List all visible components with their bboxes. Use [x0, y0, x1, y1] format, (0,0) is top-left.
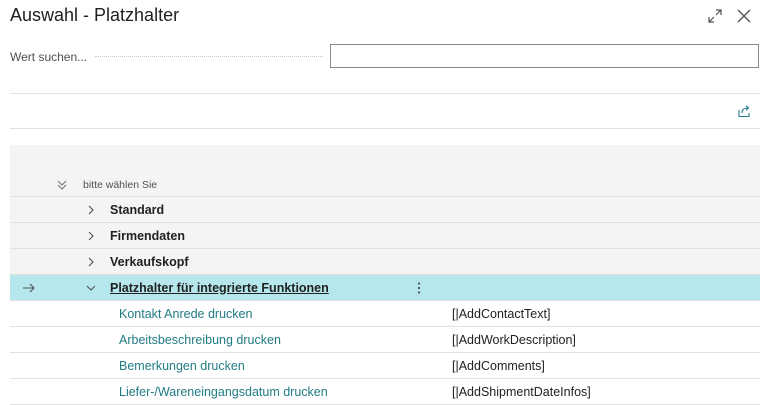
share-button[interactable]	[735, 102, 753, 120]
double-chevron-down-icon	[57, 180, 67, 190]
search-label: Wert suchen...	[10, 50, 88, 64]
more-vertical-icon	[417, 281, 421, 294]
item-code: [|AddContactText]	[452, 306, 551, 321]
group-row-integrierte-funktionen[interactable]: Platzhalter für integrierte Funktionen	[10, 275, 760, 301]
divider	[10, 128, 760, 129]
search-input[interactable]	[330, 44, 759, 68]
collapse-all-button[interactable]	[56, 173, 68, 196]
item-label-link[interactable]: Arbeitsbeschreibung drucken	[119, 327, 281, 352]
item-label-link[interactable]: Kontakt Anrede drucken	[119, 301, 252, 326]
group-label[interactable]: Platzhalter für integrierte Funktionen	[110, 275, 329, 300]
chevron-right-icon	[88, 205, 94, 214]
item-code: [|AddShipmentDateInfos]	[452, 384, 591, 399]
list-item[interactable]: Bemerkungen drucken [|AddComments]	[10, 353, 760, 379]
placeholder-list: bitte wählen Sie Standard Firmendaten Ve…	[10, 145, 760, 405]
close-icon	[737, 9, 751, 23]
divider	[10, 93, 760, 94]
share-icon	[738, 105, 750, 118]
item-code: [|AddComments]	[452, 358, 545, 373]
list-item[interactable]: Arbeitsbeschreibung drucken [|AddWorkDes…	[10, 327, 760, 353]
close-button[interactable]	[735, 7, 753, 25]
item-label-link[interactable]: Bemerkungen drucken	[119, 353, 245, 378]
group-row-firmendaten[interactable]: Firmendaten	[10, 223, 760, 249]
dialog-title: Auswahl - Platzhalter	[10, 5, 180, 25]
group-label[interactable]: Standard	[110, 197, 164, 222]
collapse-group-button[interactable]	[85, 275, 97, 300]
expand-group-button[interactable]	[86, 197, 96, 222]
item-code: [|AddWorkDescription]	[452, 332, 576, 347]
expand-group-button[interactable]	[86, 223, 96, 248]
expand-button[interactable]	[706, 7, 724, 25]
item-label-link[interactable]: Liefer-/Wareneingangsdatum drucken	[119, 379, 328, 404]
chevron-right-icon	[88, 231, 94, 240]
list-top-band	[10, 145, 760, 173]
arrow-right-icon	[22, 275, 36, 300]
expand-group-button[interactable]	[86, 249, 96, 274]
group-label[interactable]: Verkaufskopf	[110, 249, 189, 274]
group-row-verkaufskopf[interactable]: Verkaufskopf	[10, 249, 760, 275]
group-row-standard[interactable]: Standard	[10, 197, 760, 223]
chevron-right-icon	[88, 257, 94, 266]
chevron-down-icon	[86, 285, 96, 291]
list-item[interactable]: Liefer-/Wareneingangsdatum drucken [|Add…	[10, 379, 760, 405]
more-options-button[interactable]	[416, 275, 422, 300]
search-leader-dots	[95, 56, 323, 57]
expand-icon	[708, 9, 722, 23]
group-label[interactable]: Firmendaten	[110, 223, 185, 248]
list-item[interactable]: Kontakt Anrede drucken [|AddContactText]	[10, 301, 760, 327]
list-header-row: bitte wählen Sie	[10, 173, 760, 197]
list-header-label: bitte wählen Sie	[83, 178, 158, 191]
